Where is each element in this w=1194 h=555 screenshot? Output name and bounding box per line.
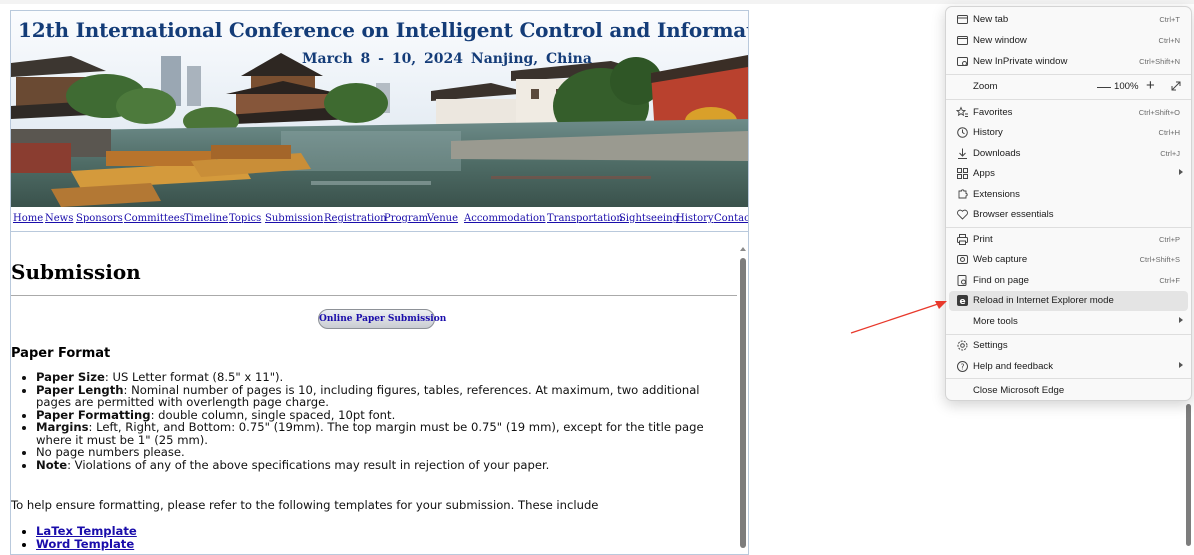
submenu-arrow-icon xyxy=(1179,362,1183,368)
menu-browser-essentials[interactable]: Browser essentials xyxy=(949,205,1188,225)
conference-date-location: March 8 - 10, 2024 Nanjing, China xyxy=(302,51,592,67)
extensions-puzzle-icon xyxy=(958,189,968,199)
nav-venue[interactable]: Venue xyxy=(427,213,458,224)
history-icon xyxy=(957,127,968,138)
gear-icon xyxy=(957,340,968,351)
nav-history[interactable]: History xyxy=(676,213,714,224)
new-window-icon xyxy=(957,36,968,45)
nav-program[interactable]: Program xyxy=(384,213,428,224)
menu-new-window[interactable]: New window Ctrl+N xyxy=(949,31,1188,51)
apps-grid-icon xyxy=(957,168,968,179)
menu-new-tab[interactable]: New tab Ctrl+T xyxy=(949,10,1188,30)
menu-web-capture[interactable]: Web capture Ctrl+Shift+S xyxy=(949,250,1188,270)
download-icon xyxy=(958,148,967,159)
menu-separator xyxy=(946,378,1191,379)
help-icon: ? xyxy=(957,361,968,372)
conference-title: 12th International Conference on Intelli… xyxy=(18,18,748,42)
nav-accommodation[interactable]: Accommodation xyxy=(464,213,545,224)
scroll-up-arrow-icon[interactable] xyxy=(740,247,746,251)
submenu-arrow-icon xyxy=(1179,317,1183,323)
internet-explorer-icon: e xyxy=(957,295,968,307)
site-navigation: Home News Sponsors Committees Timeline T… xyxy=(11,208,748,232)
menu-apps[interactable]: Apps xyxy=(949,164,1188,184)
nav-sightseeing[interactable]: Sightseeing xyxy=(619,213,679,224)
list-item: Word Template xyxy=(36,537,137,551)
menu-history[interactable]: History Ctrl+H xyxy=(949,123,1188,143)
zoom-out-button[interactable]: — xyxy=(1097,78,1111,94)
list-item: Paper Length: Nominal number of pages is… xyxy=(36,383,736,409)
nav-submission[interactable]: Submission xyxy=(265,213,323,224)
list-item: Note: Violations of any of the above spe… xyxy=(36,458,736,472)
new-tab-icon xyxy=(957,15,968,24)
window-scrollbar-thumb[interactable] xyxy=(1186,404,1191,546)
nav-sponsors[interactable]: Sponsors xyxy=(76,213,123,224)
word-template-link[interactable]: Word Template xyxy=(36,537,134,551)
svg-text:e: e xyxy=(959,297,965,307)
menu-new-inprivate-window[interactable]: New InPrivate window Ctrl+Shift+N xyxy=(949,52,1188,72)
browser-settings-menu: New tab Ctrl+T New window Ctrl+N New InP… xyxy=(945,6,1192,401)
templates-intro: To help ensure formatting, please refer … xyxy=(11,498,599,512)
nav-transportation[interactable]: Transportation xyxy=(547,213,623,224)
menu-extensions[interactable]: Extensions xyxy=(949,185,1188,205)
zoom-level: 100% xyxy=(1114,81,1139,92)
paper-format-list: Paper Size: US Letter format (8.5" x 11"… xyxy=(11,371,736,471)
nav-timeline[interactable]: Timeline xyxy=(184,213,228,224)
favorites-star-icon xyxy=(956,106,968,117)
find-on-page-icon xyxy=(957,275,967,286)
nav-news[interactable]: News xyxy=(45,213,73,224)
menu-separator xyxy=(946,227,1191,228)
fullscreen-icon[interactable] xyxy=(1170,80,1182,92)
browser-top-edge xyxy=(0,0,1194,4)
page-title: Submission xyxy=(11,260,141,284)
print-icon xyxy=(957,234,968,245)
menu-settings[interactable]: Settings xyxy=(949,336,1188,356)
page-content: Submission Online Paper Submission Paper… xyxy=(11,233,748,554)
menu-favorites[interactable]: Favorites Ctrl+Shift+O xyxy=(949,103,1188,123)
conference-banner: 12th International Conference on Intelli… xyxy=(11,11,748,207)
menu-separator xyxy=(946,99,1191,100)
inprivate-icon xyxy=(957,57,968,66)
menu-downloads[interactable]: Downloads Ctrl+J xyxy=(949,144,1188,164)
nav-registration[interactable]: Registration xyxy=(324,213,387,224)
menu-help-and-feedback[interactable]: ? Help and feedback xyxy=(949,357,1188,377)
paper-format-heading: Paper Format xyxy=(11,346,111,361)
conference-page: 12th International Conference on Intelli… xyxy=(10,10,749,555)
menu-more-tools[interactable]: More tools xyxy=(949,312,1188,332)
menu-separator xyxy=(946,334,1191,335)
page-scrollbar-thumb[interactable] xyxy=(740,258,746,548)
submenu-arrow-icon xyxy=(1179,169,1183,175)
menu-separator xyxy=(946,74,1191,75)
nav-contact[interactable]: Contact xyxy=(714,213,748,224)
nav-home[interactable]: Home xyxy=(13,213,43,224)
menu-close-edge[interactable]: Close Microsoft Edge xyxy=(949,381,1188,401)
online-paper-submission-button[interactable]: Online Paper Submission xyxy=(318,309,446,329)
title-divider xyxy=(11,295,737,296)
templates-list: LaTex Template Word Template xyxy=(11,525,137,550)
nav-committees[interactable]: Committees xyxy=(124,213,185,224)
menu-print[interactable]: Print Ctrl+P xyxy=(949,230,1188,250)
menu-zoom: Zoom — 100% + xyxy=(949,77,1188,97)
web-capture-icon xyxy=(957,255,968,264)
menu-find-on-page[interactable]: Find on page Ctrl+F xyxy=(949,271,1188,291)
menu-reload-ie-mode[interactable]: e Reload in Internet Explorer mode xyxy=(949,291,1188,311)
browser-essentials-heart-icon xyxy=(957,209,968,220)
zoom-in-button[interactable]: + xyxy=(1146,77,1155,94)
list-item: Margins: Left, Right, and Bottom: 0.75" … xyxy=(36,421,736,446)
svg-text:?: ? xyxy=(961,362,965,371)
nav-topics[interactable]: Topics xyxy=(229,213,261,224)
